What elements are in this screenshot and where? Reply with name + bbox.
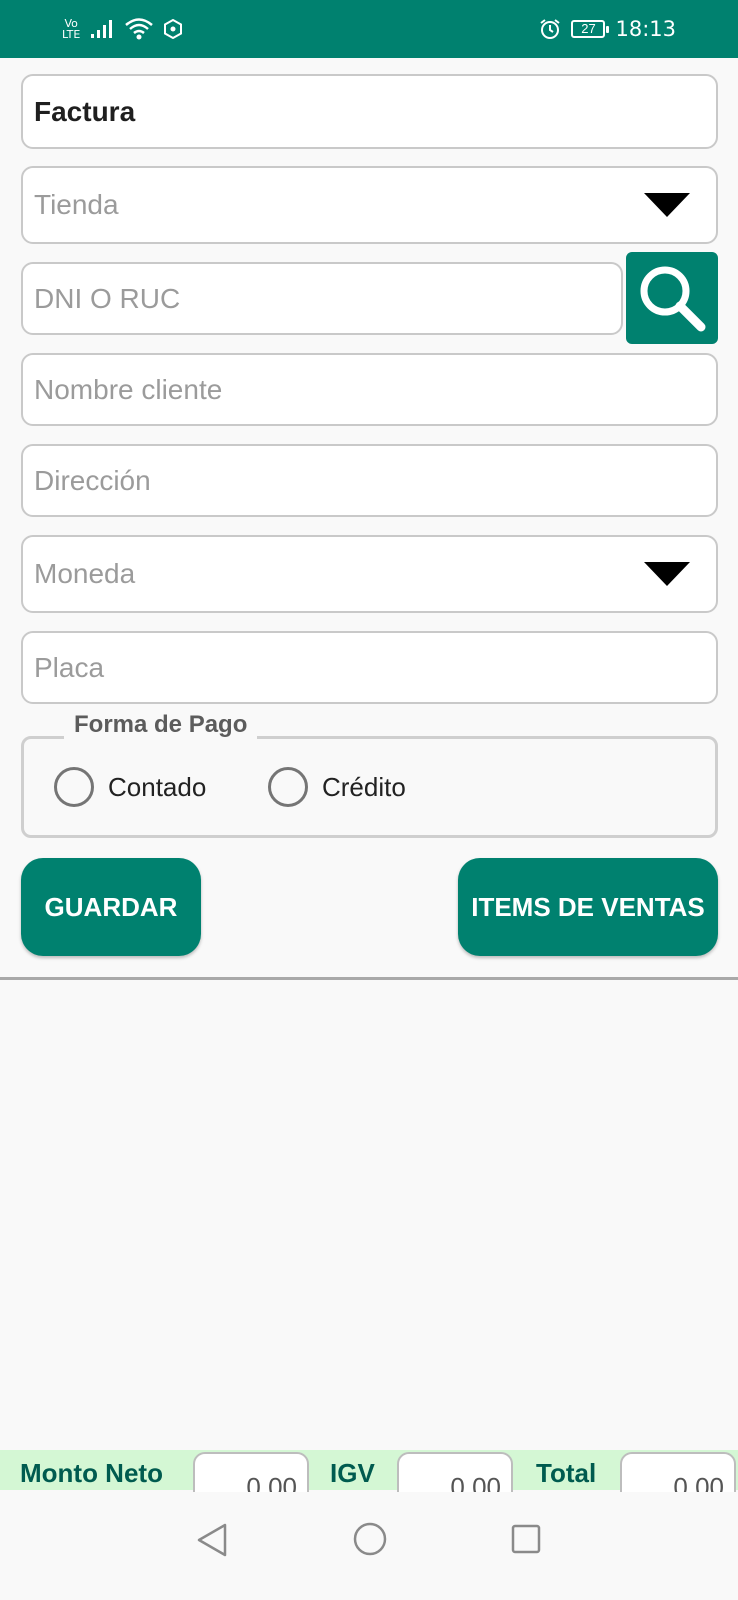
monto-neto-label: Monto Neto xyxy=(20,1458,163,1488)
alarm-icon xyxy=(540,19,561,39)
dropdown-arrow-icon xyxy=(644,562,690,586)
total-label: Total xyxy=(536,1458,597,1488)
status-bar: Vo LTE 27 18:13 xyxy=(0,0,738,58)
recents-icon[interactable] xyxy=(510,1523,542,1555)
clock: 18:13 xyxy=(615,17,676,41)
search-icon xyxy=(640,266,706,332)
forma-de-pago-legend: Forma de Pago xyxy=(64,711,258,739)
placa-placeholder: Placa xyxy=(34,651,105,683)
dni-ruc-placeholder: DNI O RUC xyxy=(34,282,181,314)
wifi-icon xyxy=(125,18,154,40)
direccion-placeholder: Dirección xyxy=(34,464,151,496)
battery-icon: 27 xyxy=(571,20,610,38)
igv-label: IGV xyxy=(330,1458,375,1488)
tienda-placeholder: Tienda xyxy=(34,189,119,220)
search-button[interactable] xyxy=(626,252,718,344)
dni-ruc-input[interactable]: DNI O RUC xyxy=(21,262,623,335)
radio-circle-icon xyxy=(268,767,308,807)
radio-credito-label: Crédito xyxy=(322,771,406,802)
moneda-placeholder: Moneda xyxy=(34,558,136,589)
navigation-bar xyxy=(0,1492,738,1600)
signal-icon xyxy=(91,20,113,38)
volte-icon: Vo LTE xyxy=(62,17,81,41)
radio-circle-icon xyxy=(54,767,94,807)
factura-title: Factura xyxy=(34,95,136,127)
status-left: Vo LTE xyxy=(62,14,183,44)
factura-title-field[interactable]: Factura xyxy=(21,74,718,149)
home-icon[interactable] xyxy=(352,1521,388,1557)
placa-input[interactable]: Placa xyxy=(21,631,718,704)
back-icon[interactable] xyxy=(196,1522,228,1558)
nombre-cliente-placeholder: Nombre cliente xyxy=(34,373,223,405)
radio-contado[interactable]: Contado xyxy=(54,767,206,807)
items-de-ventas-button[interactable]: ITEMS DE VENTAS xyxy=(458,858,718,956)
radio-contado-label: Contado xyxy=(108,771,207,802)
status-right: 27 18:13 xyxy=(539,14,676,44)
forma-de-pago-group: Forma de Pago Contado Crédito xyxy=(21,711,718,838)
radio-credito[interactable]: Crédito xyxy=(268,767,406,807)
guardar-button[interactable]: GUARDAR xyxy=(21,858,201,956)
direccion-input[interactable]: Dirección xyxy=(21,444,718,517)
tienda-dropdown[interactable]: Tienda xyxy=(21,166,718,244)
moneda-dropdown[interactable]: Moneda xyxy=(21,535,718,613)
divider xyxy=(0,977,738,980)
vpn-icon xyxy=(164,19,183,39)
nombre-cliente-input[interactable]: Nombre cliente xyxy=(21,353,718,426)
dropdown-arrow-icon xyxy=(644,193,690,217)
